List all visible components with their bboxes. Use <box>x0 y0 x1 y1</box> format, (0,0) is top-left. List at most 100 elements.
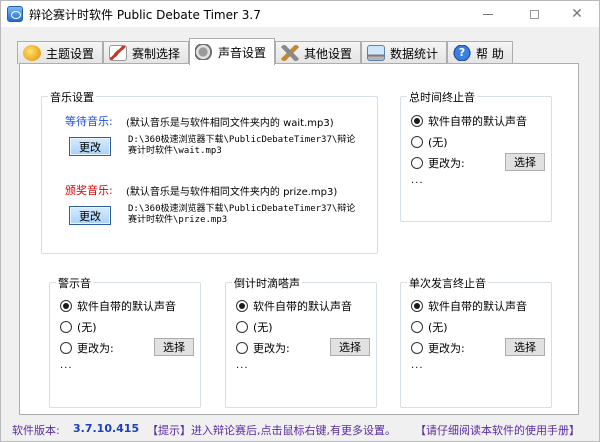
minimize-icon <box>483 13 493 15</box>
status-bar: 软件版本: 3.7.10.415 【提示】进入辩论赛后,点击鼠标右键,有更多设置… <box>1 417 599 441</box>
wait-music-path: D:\360极速浏览器下载\PublicDebateTimer37\辩论 赛计时… <box>128 135 355 157</box>
tab-theme-settings[interactable]: 主题设置 <box>17 41 103 64</box>
wait-path-line2: 赛计时软件\wait.mp3 <box>128 146 222 156</box>
music-settings-title: 音乐设置 <box>48 89 96 105</box>
prize-path-line2: 赛计时软件\prize.mp3 <box>128 215 228 225</box>
tab-format-select[interactable]: 赛制选择 <box>103 41 189 64</box>
radio-label: 软件自带的默认声音 <box>428 300 527 313</box>
prize-path-line1: D:\360极速浏览器下载\PublicDebateTimer37\辩论 <box>128 204 356 214</box>
radio-label: (无) <box>77 321 97 334</box>
single-end-select-button[interactable]: 选择 <box>505 338 545 356</box>
app-window: 辩论赛计时软件 Public Debate Timer 3.7 ✕ 主题设置 赛… <box>0 0 600 442</box>
tools-icon <box>281 45 299 61</box>
single-end-none-radio[interactable]: (无) <box>411 319 448 335</box>
version-value: 3.7.10.415 <box>73 422 140 435</box>
radio-label: 更改为: <box>428 342 465 355</box>
radio-icon <box>236 321 248 333</box>
total-end-default-radio[interactable]: 软件自带的默认声音 <box>411 113 527 129</box>
countdown-change-radio[interactable]: 更改为: <box>236 340 290 356</box>
countdown-default-radio[interactable]: 软件自带的默认声音 <box>236 298 352 314</box>
total-end-sound-title: 总时间终止音 <box>407 89 477 105</box>
countdown-select-button[interactable]: 选择 <box>330 338 370 356</box>
radio-label: (无) <box>428 136 448 149</box>
wait-music-label: 等待音乐: <box>65 115 113 128</box>
version-label: 软件版本: <box>12 424 60 437</box>
tab-sound-settings[interactable]: 声音设置 <box>189 38 275 65</box>
tab-label: 帮 助 <box>476 46 504 61</box>
single-end-default-radio[interactable]: 软件自带的默认声音 <box>411 298 527 314</box>
total-end-sound-group: 总时间终止音 软件自带的默认声音 (无) 更改为: 选择 ... <box>400 89 552 222</box>
tab-help[interactable]: ? 帮 助 <box>447 41 513 64</box>
manual-link[interactable]: 【请仔细阅读本软件的使用手册】 <box>415 422 580 438</box>
wait-path-line1: D:\360极速浏览器下载\PublicDebateTimer37\辩论 <box>128 135 356 145</box>
close-button[interactable]: ✕ <box>555 1 599 27</box>
warning-select-button[interactable]: 选择 <box>154 338 194 356</box>
title-bar: 辩论赛计时软件 Public Debate Timer 3.7 ✕ <box>1 1 599 27</box>
app-logo-icon <box>7 6 23 22</box>
warning-change-radio[interactable]: 更改为: <box>60 340 114 356</box>
total-end-change-radio[interactable]: 更改为: <box>411 155 465 171</box>
countdown-file-path: ... <box>236 360 249 371</box>
speaker-icon <box>195 44 213 60</box>
prize-music-path: D:\360极速浏览器下载\PublicDebateTimer37\辩论 赛计时… <box>128 204 355 226</box>
total-end-file-path: ... <box>411 175 424 186</box>
countdown-sound-title: 倒计时滴嗒声 <box>232 275 302 291</box>
radio-label: 软件自带的默认声音 <box>77 300 176 313</box>
tab-label: 赛制选择 <box>132 46 181 61</box>
computer-icon <box>367 45 385 61</box>
warning-sound-title: 警示音 <box>56 275 93 291</box>
warning-none-radio[interactable]: (无) <box>60 319 97 335</box>
radio-icon <box>60 342 72 354</box>
tab-label: 声音设置 <box>218 45 267 60</box>
warning-sound-group: 警示音 软件自带的默认声音 (无) 更改为: 选择 ... <box>49 275 201 408</box>
radio-icon <box>60 321 72 333</box>
radio-icon <box>411 342 423 354</box>
window-title: 辩论赛计时软件 Public Debate Timer 3.7 <box>29 8 261 22</box>
single-end-sound-title: 单次发言终止音 <box>407 275 488 291</box>
help-icon: ? <box>453 45 471 61</box>
radio-label: 更改为: <box>77 342 114 355</box>
radio-checked-icon <box>60 300 72 312</box>
radio-checked-icon <box>411 300 423 312</box>
radio-label: (无) <box>428 321 448 334</box>
tab-label: 其他设置 <box>304 46 353 61</box>
tab-other-settings[interactable]: 其他设置 <box>275 41 361 64</box>
maximize-icon <box>529 9 539 19</box>
prize-music-change-button[interactable]: 更改 <box>69 206 111 225</box>
warning-default-radio[interactable]: 软件自带的默认声音 <box>60 298 176 314</box>
radio-label: 更改为: <box>253 342 290 355</box>
radio-icon <box>236 342 248 354</box>
close-icon: ✕ <box>571 6 583 22</box>
prize-music-label: 颁奖音乐: <box>65 184 113 197</box>
radio-icon <box>411 136 423 148</box>
radio-checked-icon <box>236 300 248 312</box>
warning-file-path: ... <box>60 360 73 371</box>
single-end-file-path: ... <box>411 360 424 371</box>
radio-icon <box>411 321 423 333</box>
single-end-change-radio[interactable]: 更改为: <box>411 340 465 356</box>
radio-icon <box>411 157 423 169</box>
music-settings-group: 音乐设置 等待音乐: (默认音乐是与软件相同文件夹内的 wait.mp3) 更改… <box>41 89 378 254</box>
tab-statistics[interactable]: 数据统计 <box>361 41 447 64</box>
wait-music-change-button[interactable]: 更改 <box>69 137 111 156</box>
sound-settings-panel: 音乐设置 等待音乐: (默认音乐是与软件相同文件夹内的 wait.mp3) 更改… <box>19 63 579 415</box>
pen-icon <box>109 45 127 61</box>
countdown-none-radio[interactable]: (无) <box>236 319 273 335</box>
theme-icon <box>23 45 41 61</box>
single-end-sound-group: 单次发言终止音 软件自带的默认声音 (无) 更改为: 选择 ... <box>400 275 552 408</box>
total-end-select-button[interactable]: 选择 <box>505 153 545 171</box>
countdown-sound-group: 倒计时滴嗒声 软件自带的默认声音 (无) 更改为: 选择 ... <box>225 275 377 408</box>
client-area: 主题设置 赛制选择 声音设置 其他设置 数据统计 ? 帮 助 音乐设置 等待音乐… <box>1 27 599 441</box>
total-end-none-radio[interactable]: (无) <box>411 134 448 150</box>
radio-label: 更改为: <box>428 157 465 170</box>
tab-label: 数据统计 <box>390 46 439 61</box>
maximize-button[interactable] <box>511 1 557 27</box>
radio-label: 软件自带的默认声音 <box>253 300 352 313</box>
radio-label: 软件自带的默认声音 <box>428 115 527 128</box>
radio-label: (无) <box>253 321 273 334</box>
prize-music-note: (默认音乐是与软件相同文件夹内的 prize.mp3) <box>126 187 338 198</box>
tab-label: 主题设置 <box>46 46 95 61</box>
status-tip: 【提示】进入辩论赛后,点击鼠标右键,有更多设置。 <box>147 424 396 437</box>
wait-music-note: (默认音乐是与软件相同文件夹内的 wait.mp3) <box>126 118 334 129</box>
minimize-button[interactable] <box>465 1 511 27</box>
